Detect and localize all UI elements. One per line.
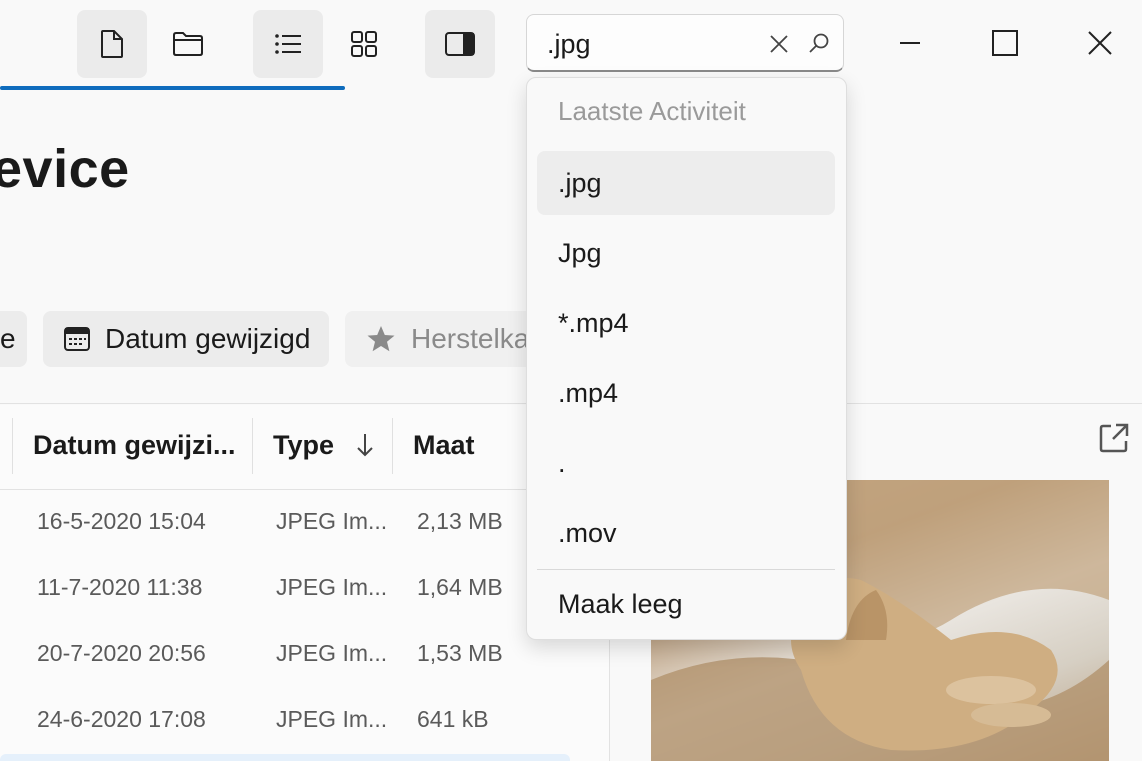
open-folder-button[interactable] [153,10,223,78]
list-view-button[interactable] [253,10,323,78]
suggestion-item[interactable]: Jpg [537,221,835,285]
suggestion-item[interactable]: . [537,431,835,495]
cell-date: 11-7-2020 11:38 [37,574,203,600]
maximize-icon [992,30,1018,56]
page-title: evice [0,139,130,199]
table-row[interactable]: 11-7-2020 11:38 JPEG Im... 1,64 MB [0,556,575,622]
suggestion-item[interactable]: *.mp4 [537,291,835,355]
column-header-date[interactable]: Datum gewijzi... [33,430,236,461]
cell-type: JPEG Im... [276,640,388,666]
maximize-button[interactable] [970,10,1040,76]
suggestions-divider [537,569,835,570]
filter-chip-partial[interactable]: e [0,311,27,367]
new-file-icon [101,30,123,58]
cell-date: 24-6-2020 17:08 [37,706,206,732]
table-row[interactable]: 16-5-2020 15:04 JPEG Im... 2,13 MB [0,490,575,556]
minimize-button[interactable] [875,10,945,76]
star-icon [367,326,395,352]
column-separator[interactable] [12,418,13,474]
table-row[interactable]: 20-7-2020 20:56 JPEG Im... 1,53 MB [0,622,575,688]
calendar-icon [64,327,90,351]
cell-type: JPEG Im... [276,574,388,600]
clear-history-button[interactable]: Maak leeg [537,572,835,636]
new-file-button[interactable] [77,10,147,78]
cell-type: JPEG Im... [276,706,388,732]
close-icon[interactable] [769,34,789,54]
cell-date: 16-5-2020 15:04 [37,508,206,534]
cell-size: 1,64 MB [417,574,503,600]
list-view-icon [275,34,301,54]
search-input[interactable] [545,25,769,63]
filter-chip-date-label: Datum gewijzigd [105,323,311,354]
grid-view-button[interactable] [329,10,399,78]
cell-size: 2,13 MB [417,508,503,534]
close-window-button[interactable] [1065,10,1135,76]
suggestions-header: Laatste Activiteit [558,96,746,126]
folder-icon [173,32,203,56]
minimize-icon [900,42,920,44]
grid-view-icon [351,31,377,57]
cell-size: 641 kB [417,706,489,732]
details-pane-button[interactable] [425,10,495,78]
close-icon [1088,31,1112,55]
search-box[interactable] [526,14,844,72]
arrow-down-icon [357,434,373,457]
column-header-type[interactable]: Type [273,430,334,461]
loading-progress-bar [0,86,345,90]
filter-chip-restore[interactable]: Herstelka [345,311,545,367]
table-row[interactable]: 24-6-2020 17:08 JPEG Im... 641 kB [0,688,575,754]
filter-chip-partial-label: e [0,323,16,354]
cell-date: 20-7-2020 20:56 [37,640,206,666]
suggestion-item[interactable]: .mp4 [537,361,835,425]
suggestion-item[interactable]: .mov [537,501,835,565]
column-separator[interactable] [252,418,253,474]
selected-row[interactable] [0,754,570,761]
cell-type: JPEG Im... [276,508,388,534]
column-separator[interactable] [392,418,393,474]
filter-chip-restore-label: Herstelka [411,323,530,354]
open-external-icon[interactable] [1098,422,1130,454]
column-header-size[interactable]: Maat [413,430,475,461]
search-suggestions-dropdown: Laatste Activiteit .jpg Jpg *.mp4 .mp4 .… [526,77,847,640]
details-pane-icon [445,32,475,56]
filter-chip-date-modified[interactable]: Datum gewijzigd [43,311,329,367]
search-icon[interactable] [808,32,830,54]
suggestion-item[interactable]: .jpg [537,151,835,215]
cell-size: 1,53 MB [417,640,503,666]
